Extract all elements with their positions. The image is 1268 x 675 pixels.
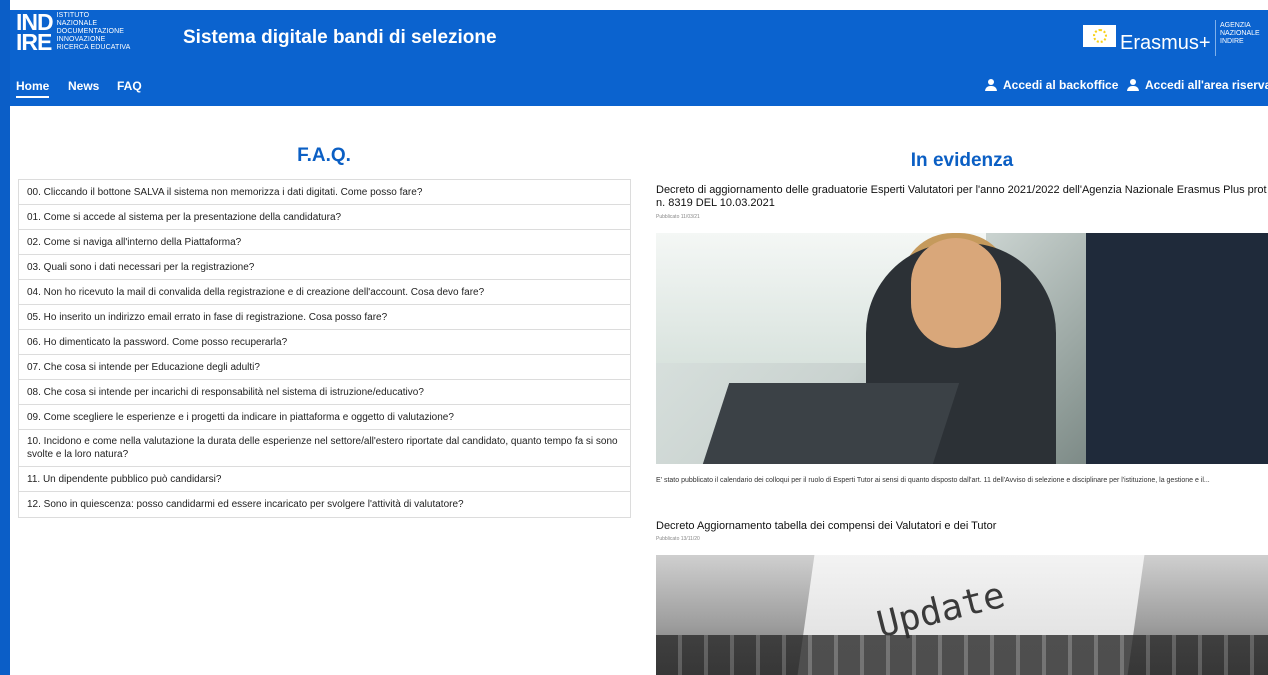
nav-home[interactable]: Home xyxy=(16,79,50,98)
nav-news[interactable]: News xyxy=(68,79,99,93)
faq-list: 00. Cliccando il bottone SALVA il sistem… xyxy=(18,179,631,518)
nav-faq[interactable]: FAQ xyxy=(117,79,142,93)
logo-line: Ricerca Educativa xyxy=(56,44,131,51)
logo-line: Innovazione xyxy=(56,36,106,43)
indire-logo[interactable]: IND IRE Istituto Nazionale Documentazion… xyxy=(16,11,131,55)
user-icon xyxy=(1127,79,1139,91)
reserved-area-link[interactable]: Accedi all'area riservata xyxy=(1127,78,1268,92)
main-nav: Home News FAQ Accedi al backoffice Acced… xyxy=(10,64,1268,106)
agency-label: Agenzia Nazionale Indire xyxy=(1220,22,1260,46)
news-image-1[interactable] xyxy=(656,233,1268,464)
site-title: Sistema digitale bandi di selezione xyxy=(183,27,497,48)
agency-line: Indire xyxy=(1220,38,1244,45)
logo-line: Nazionale xyxy=(56,20,98,27)
eu-flag-icon xyxy=(1083,25,1116,47)
faq-item-01[interactable]: 01. Come si accede al sistema per la pre… xyxy=(19,205,630,230)
evidenza-title: In evidenza xyxy=(910,150,1014,171)
news-image-2[interactable]: Update xyxy=(656,555,1268,675)
news-excerpt-1: E' stato pubblicato il calendario dei co… xyxy=(656,477,1210,484)
faq-item-06[interactable]: 06. Ho dimenticato la password. Come pos… xyxy=(19,330,630,355)
faq-item-08[interactable]: 08. Che cosa si intende per incarichi di… xyxy=(19,380,630,405)
faq-item-07[interactable]: 07. Che cosa si intende per Educazione d… xyxy=(19,355,630,380)
faq-item-00[interactable]: 00. Cliccando il bottone SALVA il sistem… xyxy=(19,180,630,205)
logo-subtitle: Istituto Nazionale Documentazione Innova… xyxy=(57,12,131,52)
user-icon xyxy=(985,79,997,91)
logo-mark-line-2: IRE xyxy=(16,29,52,55)
top-header: IND IRE Istituto Nazionale Documentazion… xyxy=(10,10,1268,64)
erasmus-plus-logo[interactable]: Erasmus+ xyxy=(1120,32,1211,55)
logo-mark: IND IRE xyxy=(16,11,54,55)
logo-line: Documentazione xyxy=(56,28,125,35)
faq-item-10[interactable]: 10. Incidono e come nella valutazione la… xyxy=(19,430,630,467)
page-left-border xyxy=(0,0,10,675)
faq-item-02[interactable]: 02. Come si naviga all'interno della Pia… xyxy=(19,230,630,255)
reserved-area-label: Accedi all'area riservata xyxy=(1145,78,1268,92)
faq-item-03[interactable]: 03. Quali sono i dati necessari per la r… xyxy=(19,255,630,280)
news-title-2[interactable]: Decreto Aggiornamento tabella dei compen… xyxy=(656,520,1268,533)
faq-item-09[interactable]: 09. Come scegliere le esperienze e i pro… xyxy=(19,405,630,430)
faq-item-05[interactable]: 05. Ho inserito un indirizzo email errat… xyxy=(19,305,630,330)
backoffice-link[interactable]: Accedi al backoffice xyxy=(985,78,1118,92)
news-date-1: Pubblicato 11/03/21 xyxy=(656,214,700,220)
faq-title: F.A.Q. xyxy=(297,145,351,166)
backoffice-label: Accedi al backoffice xyxy=(1003,78,1119,92)
news-title-1[interactable]: Decreto di aggiornamento delle graduator… xyxy=(656,184,1268,210)
faq-item-11[interactable]: 11. Un dipendente pubblico può candidars… xyxy=(19,467,630,492)
logo-divider xyxy=(1215,20,1216,56)
faq-item-12[interactable]: 12. Sono in quiescenza: posso candidarmi… xyxy=(19,492,630,517)
faq-item-04[interactable]: 04. Non ho ricevuto la mail di convalida… xyxy=(19,280,630,305)
logo-line: Istituto xyxy=(56,12,90,19)
agency-line: Nazionale xyxy=(1220,30,1260,37)
agency-line: Agenzia xyxy=(1220,22,1251,29)
news-date-2: Pubblicato 13/11/20 xyxy=(656,536,700,542)
